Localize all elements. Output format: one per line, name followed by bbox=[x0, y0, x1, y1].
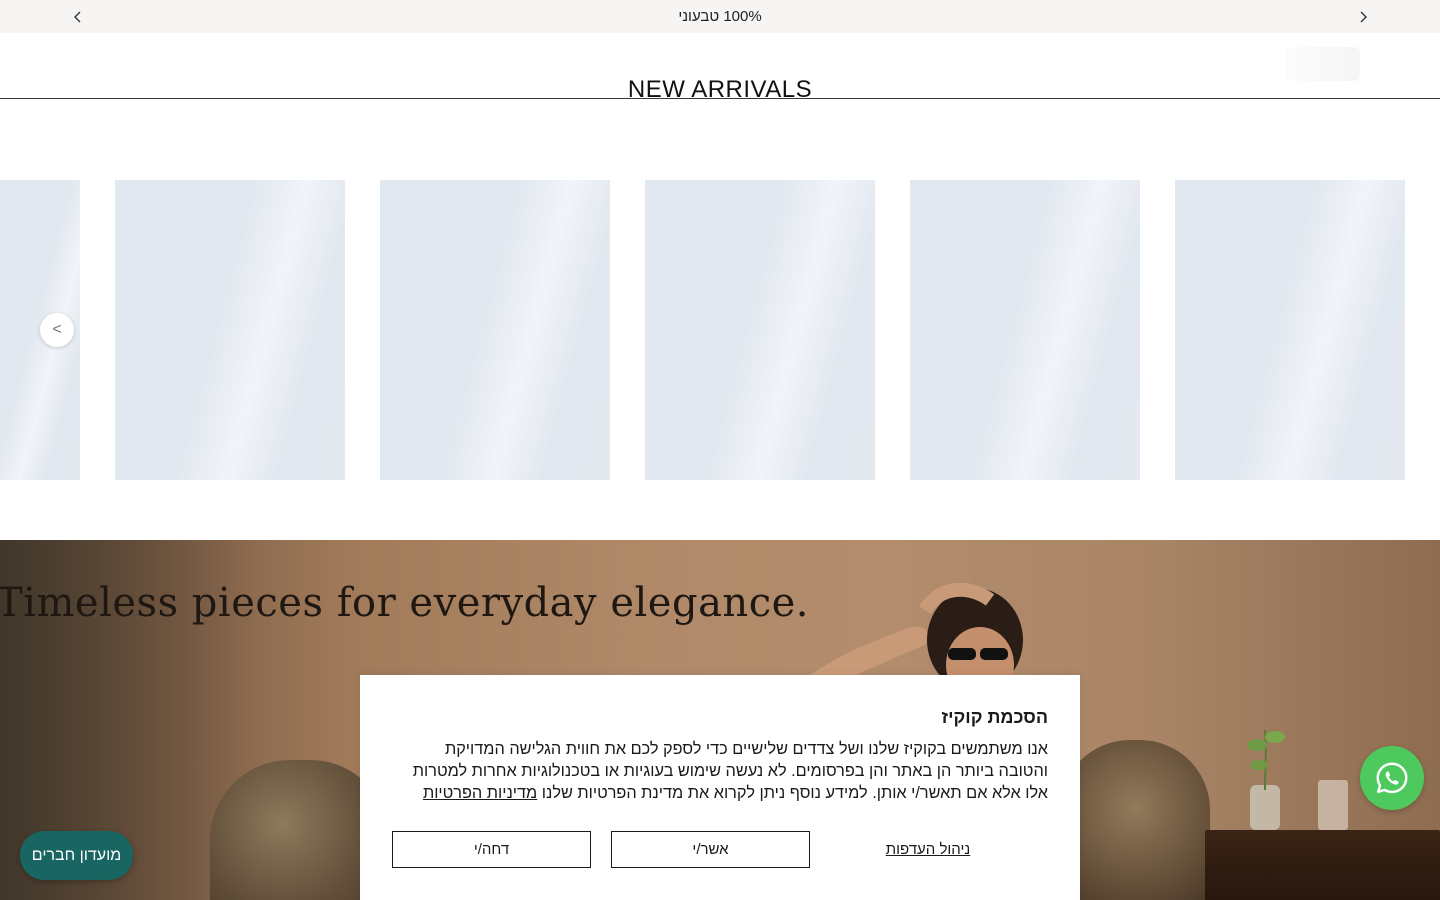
product-card-placeholder[interactable] bbox=[115, 180, 345, 480]
product-card-placeholder[interactable] bbox=[645, 180, 875, 480]
whatsapp-button[interactable] bbox=[1360, 746, 1424, 810]
carousel-prev-button[interactable]: < bbox=[40, 313, 74, 347]
reject-cookies-button[interactable]: דחה/י bbox=[392, 831, 591, 868]
product-card-placeholder[interactable] bbox=[380, 180, 610, 480]
cookie-title: הסכמת קוקיז bbox=[941, 707, 1048, 727]
hero-armchair bbox=[1060, 740, 1210, 900]
product-carousel bbox=[0, 180, 1440, 480]
announcement-prev-button[interactable] bbox=[61, 0, 94, 33]
hero-tagline: Timeless pieces for everyday elegance. bbox=[0, 580, 809, 626]
announcement-next-button[interactable] bbox=[1346, 0, 1379, 33]
cookie-text: אנו משתמשים בקוקיז שלנו ושל צדדים שלישיי… bbox=[392, 738, 1048, 804]
announcement-text: 100% טבעוני bbox=[678, 8, 762, 25]
accept-cookies-button[interactable]: אשר/י bbox=[611, 831, 810, 868]
privacy-policy-link[interactable]: מדיניות הפרטיות bbox=[423, 784, 537, 802]
cookie-actions: דחה/י אשר/י ניהול העדפות bbox=[392, 831, 1048, 868]
chevron-right-icon bbox=[1360, 11, 1367, 22]
announcement-bar: 100% טבעוני bbox=[0, 0, 1440, 33]
hero-plant bbox=[1247, 729, 1285, 830]
chevron-left-icon bbox=[73, 11, 80, 22]
members-club-button[interactable]: מועדון חברים bbox=[20, 831, 133, 880]
section-title: NEW ARRIVALS bbox=[627, 76, 813, 103]
hero-side-table bbox=[1205, 830, 1440, 900]
product-card-placeholder[interactable] bbox=[910, 180, 1140, 480]
cookie-consent-dialog: הסכמת קוקיז אנו משתמשים בקוקיז שלנו ושל … bbox=[360, 675, 1080, 900]
product-card-placeholder[interactable] bbox=[1175, 180, 1405, 480]
whatsapp-icon bbox=[1376, 762, 1408, 794]
hero-glass bbox=[1318, 780, 1348, 830]
manage-preferences-link[interactable]: ניהול העדפות bbox=[868, 831, 988, 868]
